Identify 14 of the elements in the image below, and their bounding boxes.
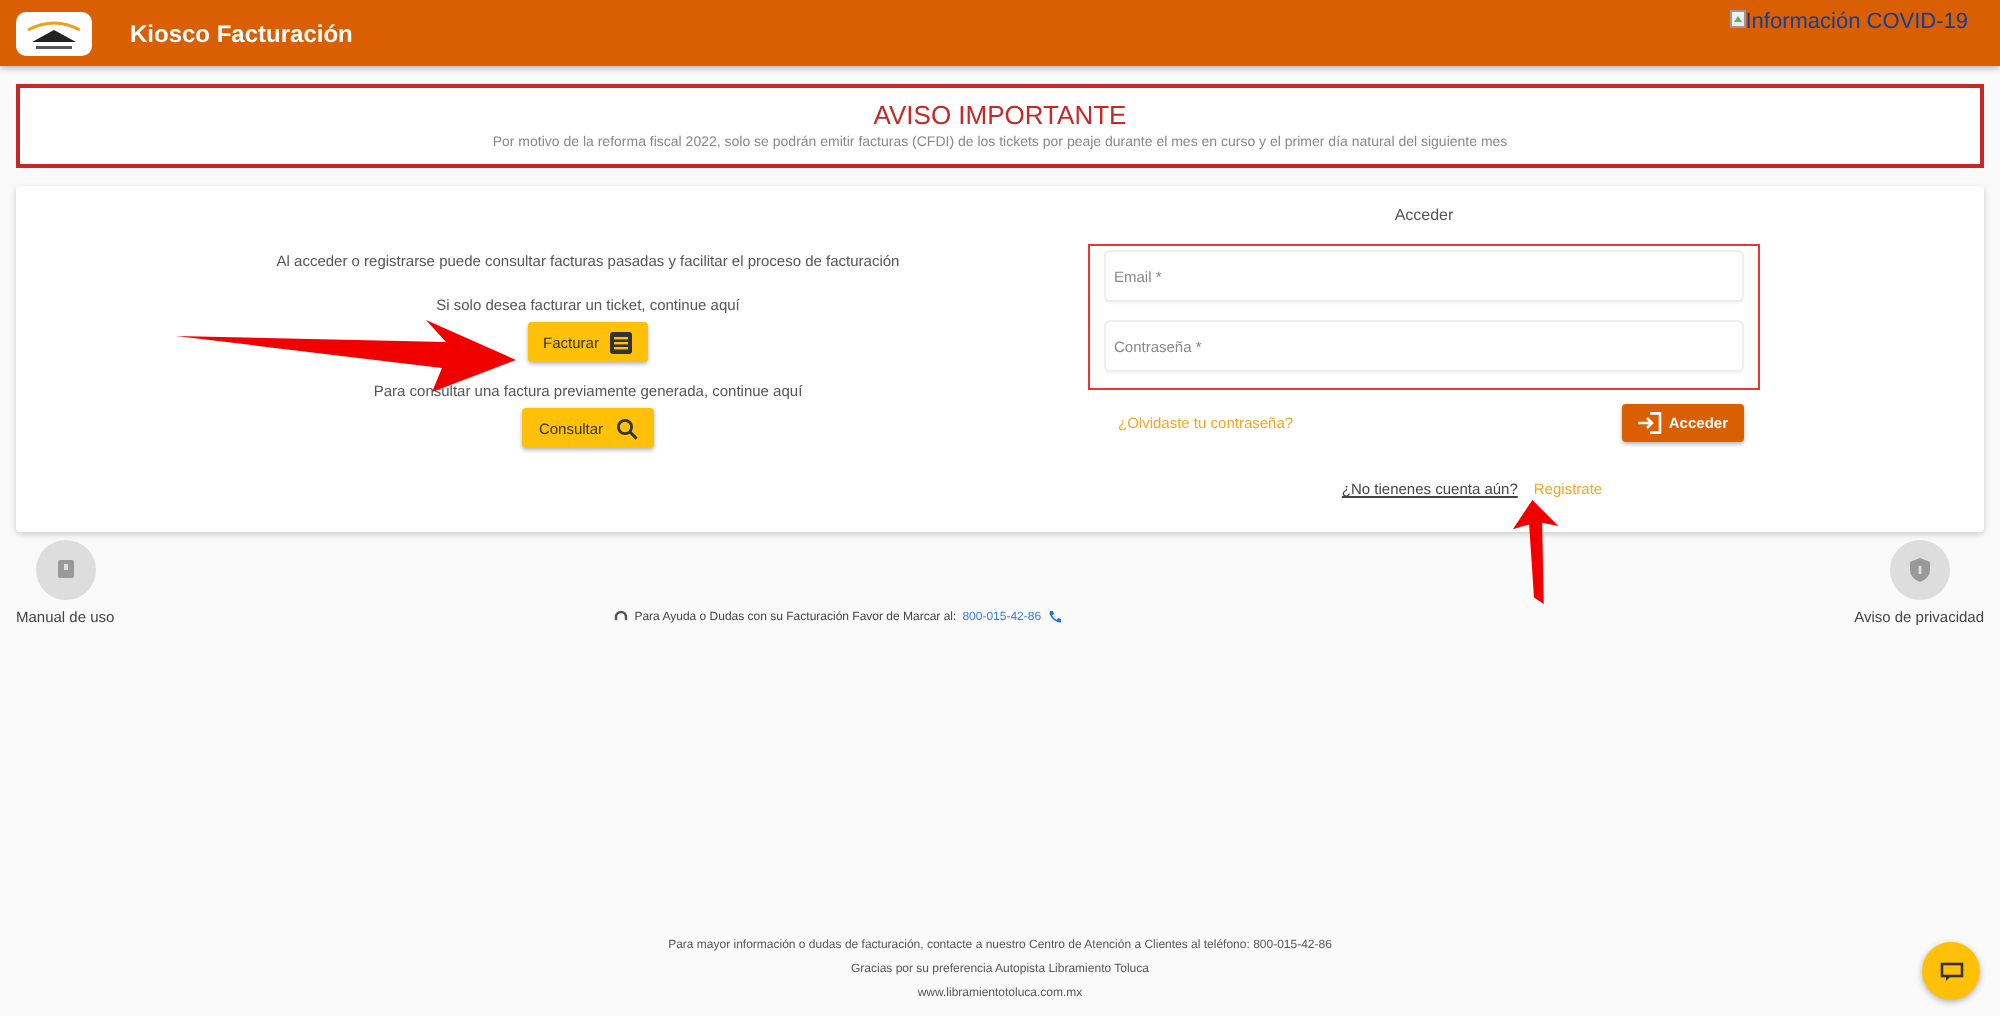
chat-button[interactable]	[1922, 942, 1980, 1000]
app-title: Kiosco Facturación	[130, 19, 353, 47]
notice-title: AVISO IMPORTANTE	[871, 100, 1129, 130]
list-icon	[610, 331, 633, 353]
circle-icon	[1889, 540, 1950, 600]
login-title: Acceder	[1392, 206, 1456, 224]
login-icon	[1638, 412, 1663, 434]
broken-image-icon	[1729, 10, 1746, 28]
logo-icon	[16, 11, 92, 55]
chat-icon	[1939, 961, 1963, 981]
search-icon	[615, 417, 638, 439]
phone-icon	[1047, 610, 1062, 624]
circle-icon	[35, 540, 96, 600]
headset-icon	[614, 610, 629, 624]
